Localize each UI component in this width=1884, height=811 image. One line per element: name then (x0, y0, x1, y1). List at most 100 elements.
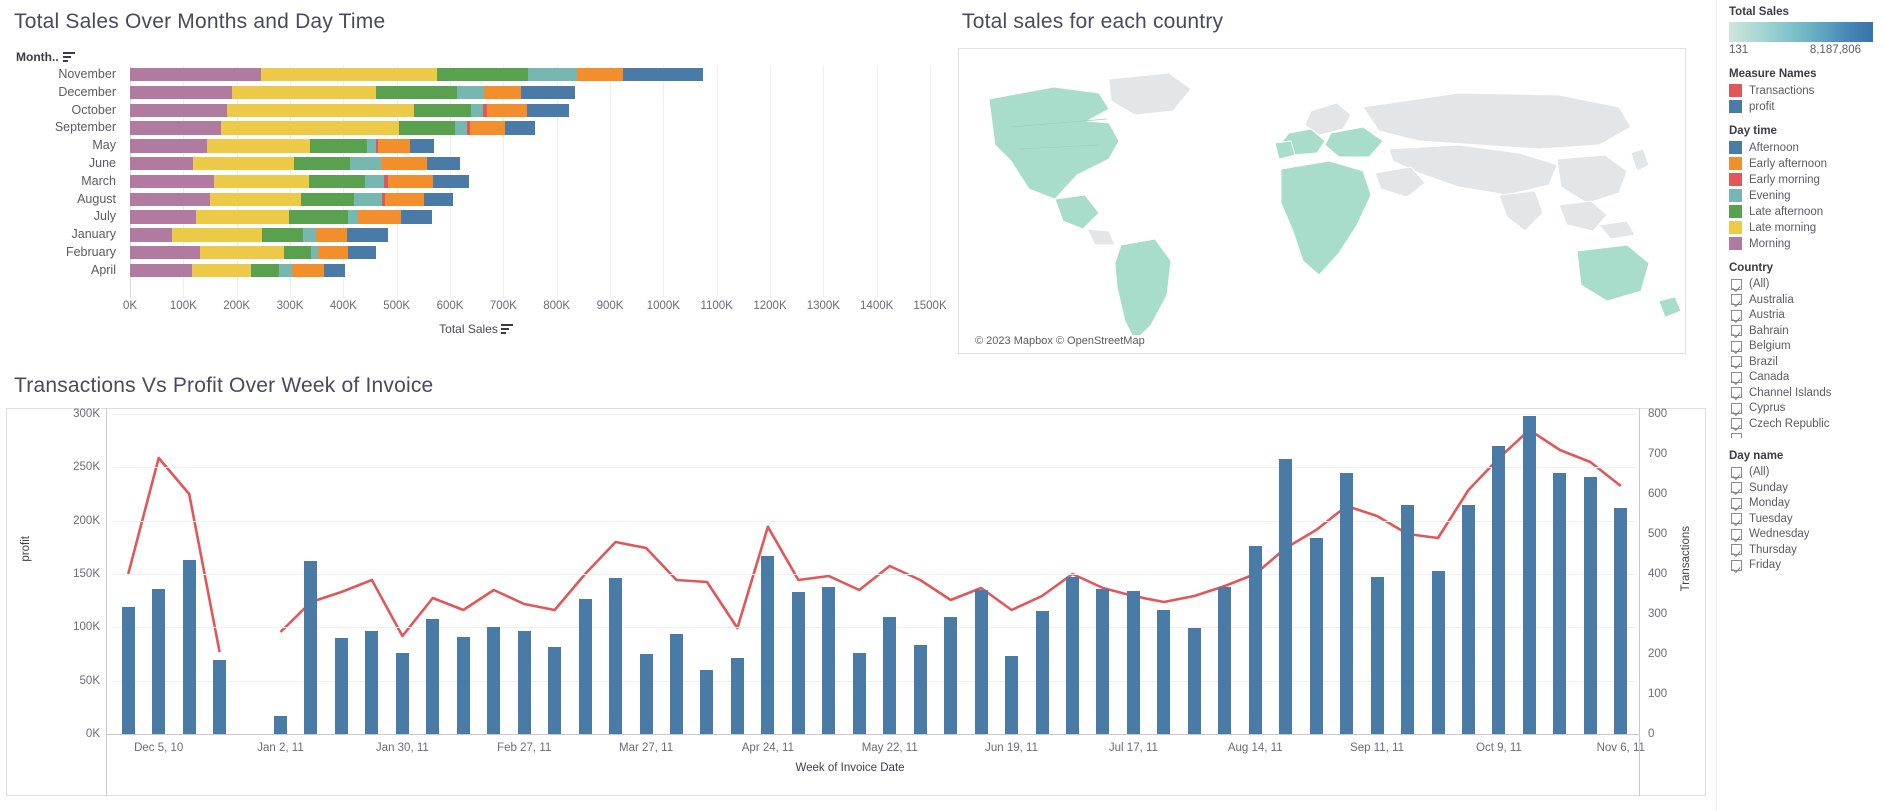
bars-category-label[interactable]: October (0, 102, 124, 120)
stacked-bar[interactable] (130, 121, 535, 135)
bar-segment[interactable] (528, 68, 578, 82)
stacked-bar[interactable] (130, 156, 460, 171)
world-map[interactable]: © 2023 Mapbox © OpenStreetMap (958, 48, 1686, 354)
profit-bar[interactable] (730, 658, 744, 734)
profit-bar[interactable] (1522, 416, 1536, 734)
map-region-india[interactable] (1498, 190, 1544, 232)
bar-segment[interactable] (214, 174, 310, 189)
profit-bar[interactable] (1248, 546, 1262, 734)
bar-segment[interactable] (457, 85, 485, 100)
country-filter-item[interactable]: Czech Republic (1731, 418, 1884, 430)
country-filter-item[interactable]: (All) (1731, 278, 1884, 290)
profit-bar[interactable] (670, 633, 683, 734)
day-time-item[interactable]: Afternoon (1729, 141, 1884, 154)
profit-bar[interactable] (1492, 446, 1506, 734)
profit-bar[interactable] (1370, 577, 1384, 734)
map-region-new-zealand[interactable] (1658, 296, 1682, 318)
bar-segment[interactable] (377, 139, 410, 153)
checkbox-icon[interactable] (1731, 402, 1742, 414)
checkbox-icon[interactable] (1731, 418, 1742, 429)
profit-bar[interactable] (1126, 591, 1140, 734)
bar-segment[interactable] (381, 156, 427, 171)
profit-bar[interactable] (1553, 472, 1567, 734)
bar-segment[interactable] (526, 103, 570, 117)
map-region-mexico[interactable] (1054, 194, 1100, 230)
day-time-item[interactable]: Early morning (1729, 173, 1884, 186)
bar-segment[interactable] (192, 263, 252, 278)
stacked-bar[interactable] (130, 68, 703, 82)
bar-segment[interactable] (384, 192, 424, 206)
bar-segment[interactable] (289, 210, 349, 224)
checkbox-icon[interactable] (1731, 497, 1742, 509)
bar-segment[interactable] (130, 68, 261, 82)
profit-bar[interactable] (791, 592, 805, 734)
stacked-bar[interactable] (130, 85, 575, 100)
profit-bar[interactable] (1065, 577, 1079, 734)
country-filter-item[interactable]: Channel Islands (1731, 387, 1884, 399)
profit-bar[interactable] (517, 630, 531, 734)
profit-bar[interactable] (1218, 586, 1232, 734)
country-filter-item[interactable]: Bahrain (1731, 325, 1884, 337)
bars-category-label[interactable]: September (0, 119, 124, 137)
profit-bar[interactable] (1279, 458, 1293, 734)
bar-segment[interactable] (399, 121, 456, 135)
profit-bar[interactable] (974, 590, 988, 734)
profit-bar[interactable] (578, 598, 592, 734)
profit-bar[interactable] (334, 638, 348, 734)
profit-bar[interactable] (1157, 610, 1171, 734)
map-region-australia[interactable] (1576, 244, 1650, 302)
profit-bar[interactable] (1096, 588, 1110, 734)
sort-icon-x[interactable] (500, 324, 513, 334)
measure-name-item[interactable]: profit (1729, 100, 1884, 113)
bar-segment[interactable] (426, 156, 460, 171)
bar-segment[interactable] (324, 263, 346, 278)
profit-bar[interactable] (639, 654, 653, 734)
checkbox-icon[interactable] (1731, 340, 1742, 352)
profit-bar[interactable] (1461, 504, 1475, 734)
bar-segment[interactable] (577, 68, 623, 82)
map-region-indonesia[interactable] (1598, 220, 1636, 240)
day-name-filter-item[interactable]: Friday (1731, 559, 1884, 571)
bar-segment[interactable] (310, 139, 368, 153)
bar-segment[interactable] (130, 85, 233, 100)
checkbox-icon[interactable] (1731, 559, 1742, 571)
profit-bar[interactable] (487, 627, 501, 734)
bar-segment[interactable] (210, 192, 301, 206)
profit-bar[interactable] (274, 715, 288, 734)
profit-bar[interactable] (152, 588, 166, 734)
profit-bar[interactable] (1431, 570, 1445, 734)
bar-segment[interactable] (350, 156, 382, 171)
bar-segment[interactable] (130, 210, 197, 224)
profit-bar[interactable] (1187, 628, 1201, 734)
bar-segment[interactable] (171, 228, 263, 242)
bar-segment[interactable] (367, 139, 376, 153)
country-filter-item[interactable]: Brazil (1731, 356, 1884, 368)
profit-bar[interactable] (913, 645, 927, 734)
bar-segment[interactable] (262, 228, 304, 242)
profit-bar[interactable] (426, 618, 440, 734)
checkbox-icon[interactable] (1731, 278, 1742, 290)
profit-bar[interactable] (944, 616, 958, 734)
bar-segment[interactable] (300, 192, 354, 206)
bar-segment[interactable] (130, 103, 228, 117)
bars-category-label[interactable]: April (0, 262, 124, 280)
bars-category-label[interactable]: February (0, 244, 124, 262)
bars-category-label[interactable]: May (0, 137, 124, 155)
bar-segment[interactable] (521, 85, 575, 100)
checkbox-icon[interactable] (1731, 387, 1742, 398)
checkbox-icon[interactable] (1731, 544, 1742, 555)
checkbox-icon[interactable] (1731, 325, 1742, 336)
country-filter-list[interactable]: (All) Australia Austria Bahrain Belgium Brazi… (1717, 278, 1884, 430)
bars-category-label[interactable]: December (0, 84, 124, 102)
country-filter-item[interactable]: Australia (1731, 294, 1884, 306)
bar-segment[interactable] (376, 85, 458, 100)
day-name-filter-item[interactable]: Sunday (1731, 482, 1884, 494)
profit-bar[interactable] (1340, 472, 1354, 734)
profit-bar[interactable] (395, 652, 409, 734)
bar-segment[interactable] (317, 245, 349, 260)
bar-segment[interactable] (309, 174, 366, 189)
bar-segment[interactable] (436, 68, 529, 82)
bars-category-label[interactable]: August (0, 191, 124, 209)
map-region-russia[interactable] (1362, 92, 1632, 150)
stacked-bar[interactable] (130, 245, 377, 260)
